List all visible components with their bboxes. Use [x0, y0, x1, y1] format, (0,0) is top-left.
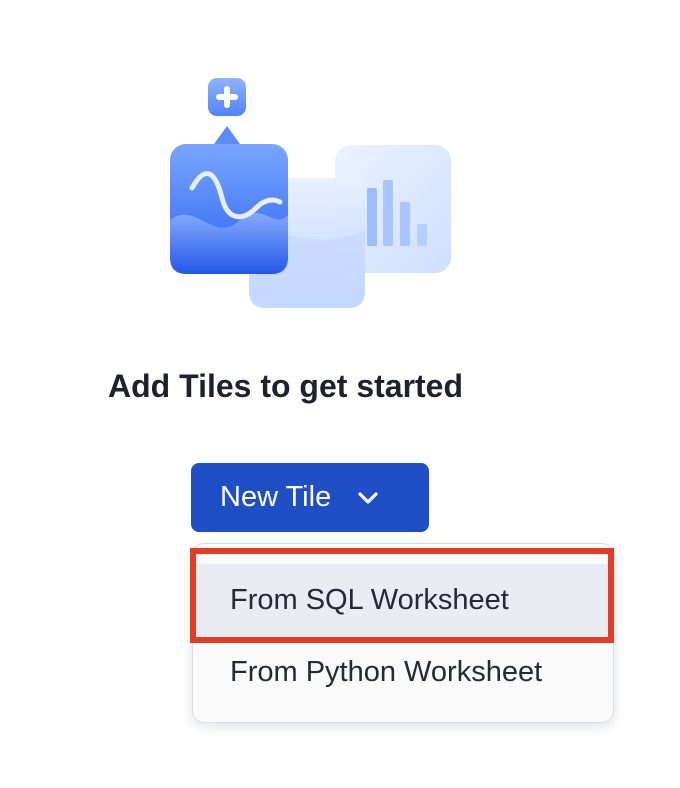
menu-item-label: From SQL Worksheet	[230, 583, 509, 616]
plus-icon	[208, 78, 246, 116]
add-tiles-illustration	[170, 78, 451, 308]
menu-item-label: From Python Worksheet	[230, 655, 543, 688]
menu-item-from-python-worksheet[interactable]: From Python Worksheet	[193, 636, 613, 708]
line-chart-card-icon	[170, 126, 288, 274]
new-tile-button-label: New Tile	[220, 481, 332, 513]
chevron-down-icon	[357, 491, 379, 505]
menu-item-from-sql-worksheet[interactable]: From SQL Worksheet	[193, 564, 613, 636]
empty-state-heading: Add Tiles to get started	[108, 368, 464, 404]
new-tile-button[interactable]: New Tile	[191, 463, 429, 532]
dashboard-empty-state: Add Tiles to get started New Tile From S…	[0, 0, 680, 788]
new-tile-dropdown-menu: From SQL Worksheet From Python Worksheet	[192, 543, 614, 723]
